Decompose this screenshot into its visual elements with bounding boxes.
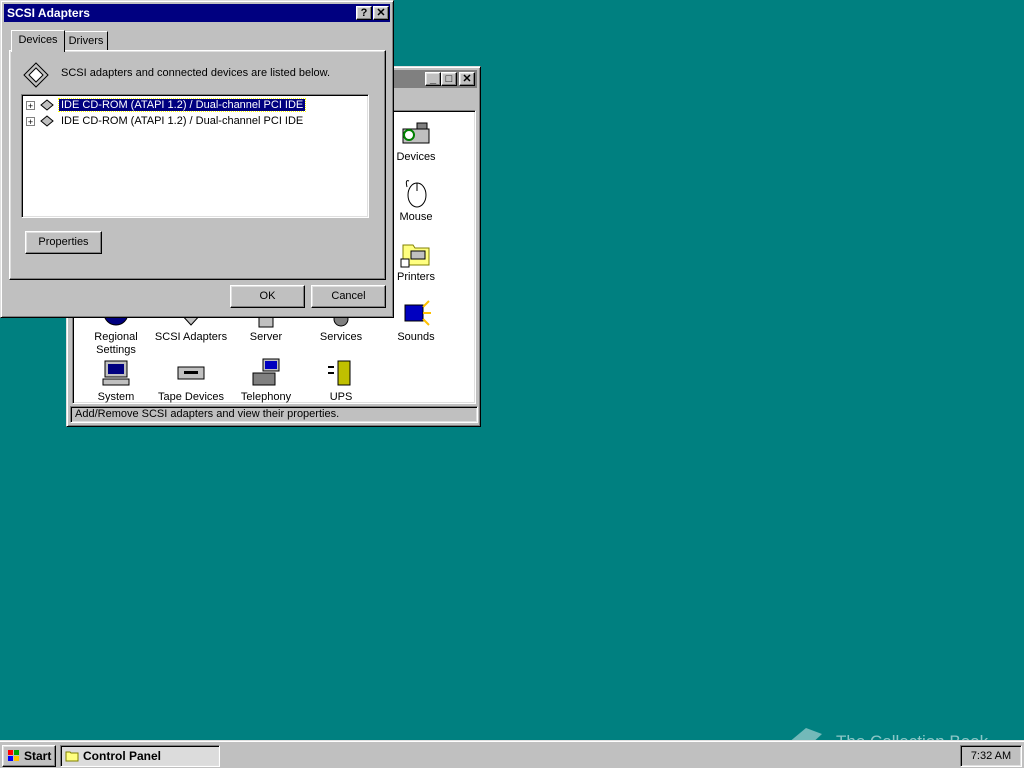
scsi-adapters-dialog: SCSI Adapters ? ✕ Devices Drivers SCSI a… xyxy=(0,0,394,318)
help-button[interactable]: ? xyxy=(356,6,372,20)
ups-battery-icon xyxy=(328,360,351,386)
expand-icon[interactable]: + xyxy=(26,100,35,110)
cp-icon-label: Regional Settings xyxy=(94,331,138,356)
button-label: Cancel xyxy=(331,290,366,302)
cancel-button[interactable]: Cancel xyxy=(311,285,386,308)
cp-icon-telephony[interactable]: Telephony xyxy=(228,357,304,403)
devices-tab-panel: SCSI adapters and connected devices are … xyxy=(9,50,386,280)
cp-icon-label: Services xyxy=(319,331,363,343)
cp-icon-label: System xyxy=(97,391,135,403)
device-label: IDE CD-ROM (ATAPI 1.2) / Dual-channel PC… xyxy=(61,115,304,127)
scsi-adapter-icon xyxy=(23,62,49,88)
close-button[interactable]: ✕ xyxy=(373,6,389,20)
status-bar: Add/Remove SCSI adapters and view their … xyxy=(70,406,478,423)
cp-icon-label: Tape Devices xyxy=(157,391,225,403)
minimize-button[interactable]: _ xyxy=(425,72,441,86)
cp-icon-label: Sounds xyxy=(397,331,435,343)
cp-icon-system[interactable]: System xyxy=(78,357,154,403)
taskbar: Start Control Panel 7:32 AM xyxy=(0,740,1024,768)
cp-icon-label: SCSI Adapters xyxy=(154,331,228,343)
dialog-title: SCSI Adapters xyxy=(7,6,90,20)
tape-drive-icon xyxy=(177,366,205,380)
maximize-button[interactable]: □ xyxy=(441,72,457,86)
sounds-speaker-icon xyxy=(404,300,431,326)
cp-icon-label: Telephony xyxy=(240,391,292,403)
cp-icon-label: Devices xyxy=(396,151,436,163)
properties-button[interactable]: Properties xyxy=(25,231,102,254)
button-label: OK xyxy=(259,290,276,302)
taskbar-item-control-panel[interactable]: Control Panel xyxy=(60,745,220,767)
tree-item[interactable]: + IDE CD-ROM (ATAPI 1.2) / Dual-channel P… xyxy=(26,97,307,113)
tab-label: Drivers xyxy=(68,35,104,47)
devices-icon xyxy=(402,122,430,144)
expand-icon[interactable]: + xyxy=(26,116,35,126)
status-text: Add/Remove SCSI adapters and view their … xyxy=(75,408,340,420)
description-text: SCSI adapters and connected devices are … xyxy=(61,67,331,79)
folder-icon xyxy=(65,751,79,762)
system-computer-icon xyxy=(102,360,130,386)
windows-logo-icon xyxy=(8,750,19,761)
button-label: Properties xyxy=(38,236,89,248)
close-button[interactable]: ✕ xyxy=(459,72,475,86)
taskbar-item-label: Control Panel xyxy=(83,749,162,763)
tab-label: Devices xyxy=(18,34,58,46)
dialog-titlebar[interactable]: SCSI Adapters ? ✕ xyxy=(4,4,390,22)
mouse-icon xyxy=(405,180,427,208)
ok-button[interactable]: OK xyxy=(230,285,305,308)
cp-icon-ups[interactable]: UPS xyxy=(303,357,379,403)
tab-devices[interactable]: Devices xyxy=(11,30,65,52)
clock[interactable]: 7:32 AM xyxy=(971,750,1011,762)
adapter-icon xyxy=(40,115,54,127)
cp-icon-label: Mouse xyxy=(399,211,433,223)
printers-folder-icon xyxy=(400,244,430,268)
device-tree[interactable]: + IDE CD-ROM (ATAPI 1.2) / Dual-channel P… xyxy=(21,94,369,218)
system-tray: 7:32 AM xyxy=(960,745,1022,767)
cp-icon-label: Server xyxy=(249,331,283,343)
cp-icon-label: Printers xyxy=(397,271,435,283)
tree-item[interactable]: + IDE CD-ROM (ATAPI 1.2) / Dual-channel P… xyxy=(26,113,305,129)
cp-icon-tape-devices[interactable]: Tape Devices xyxy=(153,357,229,403)
telephony-icon xyxy=(252,358,280,386)
start-label: Start xyxy=(24,749,52,763)
start-button[interactable]: Start xyxy=(2,745,56,767)
tab-drivers[interactable]: Drivers xyxy=(64,31,108,51)
adapter-icon xyxy=(40,99,54,111)
device-label: IDE CD-ROM (ATAPI 1.2) / Dual-channel PC… xyxy=(57,98,307,112)
cp-icon-label: UPS xyxy=(329,391,353,403)
